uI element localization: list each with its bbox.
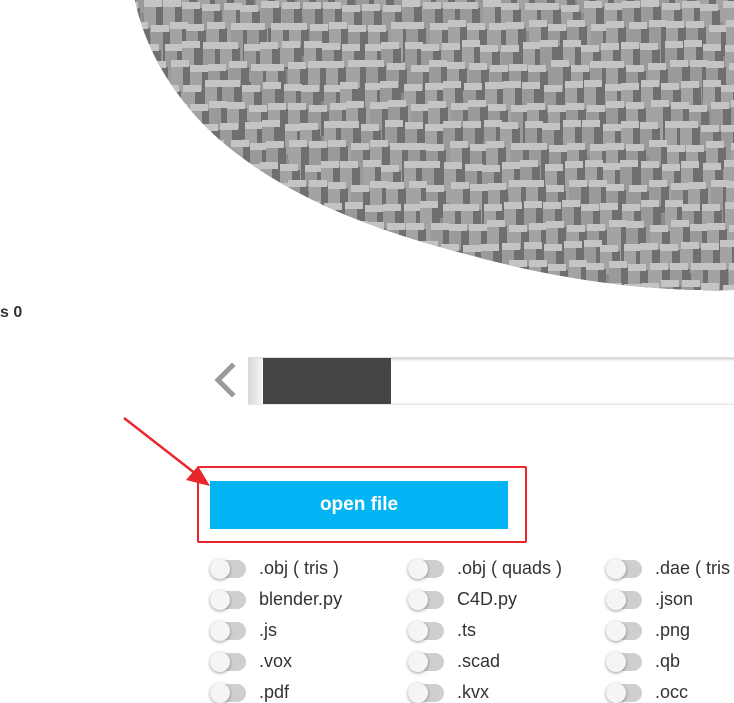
format-toggle-item[interactable]: .obj ( quads )	[408, 558, 562, 579]
format-toggle-item[interactable]: .occ	[606, 682, 688, 703]
annotation-arrow	[123, 417, 210, 486]
format-toggle-item[interactable]: .obj ( tris )	[210, 558, 339, 579]
voxel-model-render	[135, 0, 734, 291]
toggle-switch[interactable]	[408, 558, 444, 579]
format-label: .png	[655, 620, 691, 640]
format-label: .obj ( quads )	[457, 558, 563, 578]
voxel-3d-viewport[interactable]	[0, 0, 734, 300]
frame-slider-track[interactable]	[248, 357, 734, 405]
format-toggle-item[interactable]: .json	[606, 589, 693, 610]
format-toggle-item[interactable]: C4D.py	[408, 589, 517, 610]
format-label: .scad	[457, 651, 501, 671]
open-file-button[interactable]: open file	[210, 481, 508, 529]
toggle-switch[interactable]	[606, 620, 642, 641]
format-toggle-item[interactable]: .ts	[408, 620, 476, 641]
toggle-switch[interactable]	[210, 620, 246, 641]
toggle-switch[interactable]	[408, 682, 444, 703]
toggle-switch[interactable]	[606, 558, 642, 579]
format-label: .js	[259, 620, 277, 640]
format-toggle-item[interactable]: .dae ( tris	[606, 558, 730, 579]
format-label: .vox	[259, 651, 293, 671]
toggle-switch[interactable]	[210, 589, 246, 610]
format-toggle-item[interactable]: .vox	[210, 651, 292, 672]
format-toggle-item[interactable]: .scad	[408, 651, 500, 672]
format-label: C4D.py	[457, 589, 518, 609]
toggle-switch[interactable]	[408, 651, 444, 672]
format-label: .kvx	[457, 682, 490, 702]
slider-prev-button[interactable]	[210, 360, 240, 400]
format-label: .obj ( tris )	[259, 558, 340, 578]
toggle-switch[interactable]	[210, 558, 246, 579]
toggle-switch[interactable]	[210, 651, 246, 672]
toggle-switch[interactable]	[210, 682, 246, 703]
format-toggle-item[interactable]: .pdf	[210, 682, 289, 703]
slider-track-edge	[248, 358, 262, 404]
toggle-switch[interactable]	[606, 682, 642, 703]
toggle-switch[interactable]	[606, 589, 642, 610]
toggle-switch[interactable]	[408, 620, 444, 641]
format-toggle-item[interactable]: blender.py	[210, 589, 342, 610]
stats-label: s 0	[0, 304, 23, 321]
format-toggle-item[interactable]: .png	[606, 620, 690, 641]
format-label: .json	[655, 589, 694, 609]
format-toggle-item[interactable]: .js	[210, 620, 277, 641]
format-label: .pdf	[259, 682, 290, 702]
frame-slider-thumb[interactable]	[263, 358, 391, 404]
toggle-switch[interactable]	[606, 651, 642, 672]
toggle-switch[interactable]	[408, 589, 444, 610]
format-toggle-item[interactable]: .qb	[606, 651, 680, 672]
format-label: blender.py	[259, 589, 343, 609]
format-label: .ts	[457, 620, 477, 640]
format-label: .occ	[655, 682, 689, 702]
format-toggle-item[interactable]: .kvx	[408, 682, 489, 703]
format-label: .dae ( tris	[655, 558, 731, 578]
chevron-left-icon	[214, 363, 236, 397]
format-label: .qb	[655, 651, 681, 671]
